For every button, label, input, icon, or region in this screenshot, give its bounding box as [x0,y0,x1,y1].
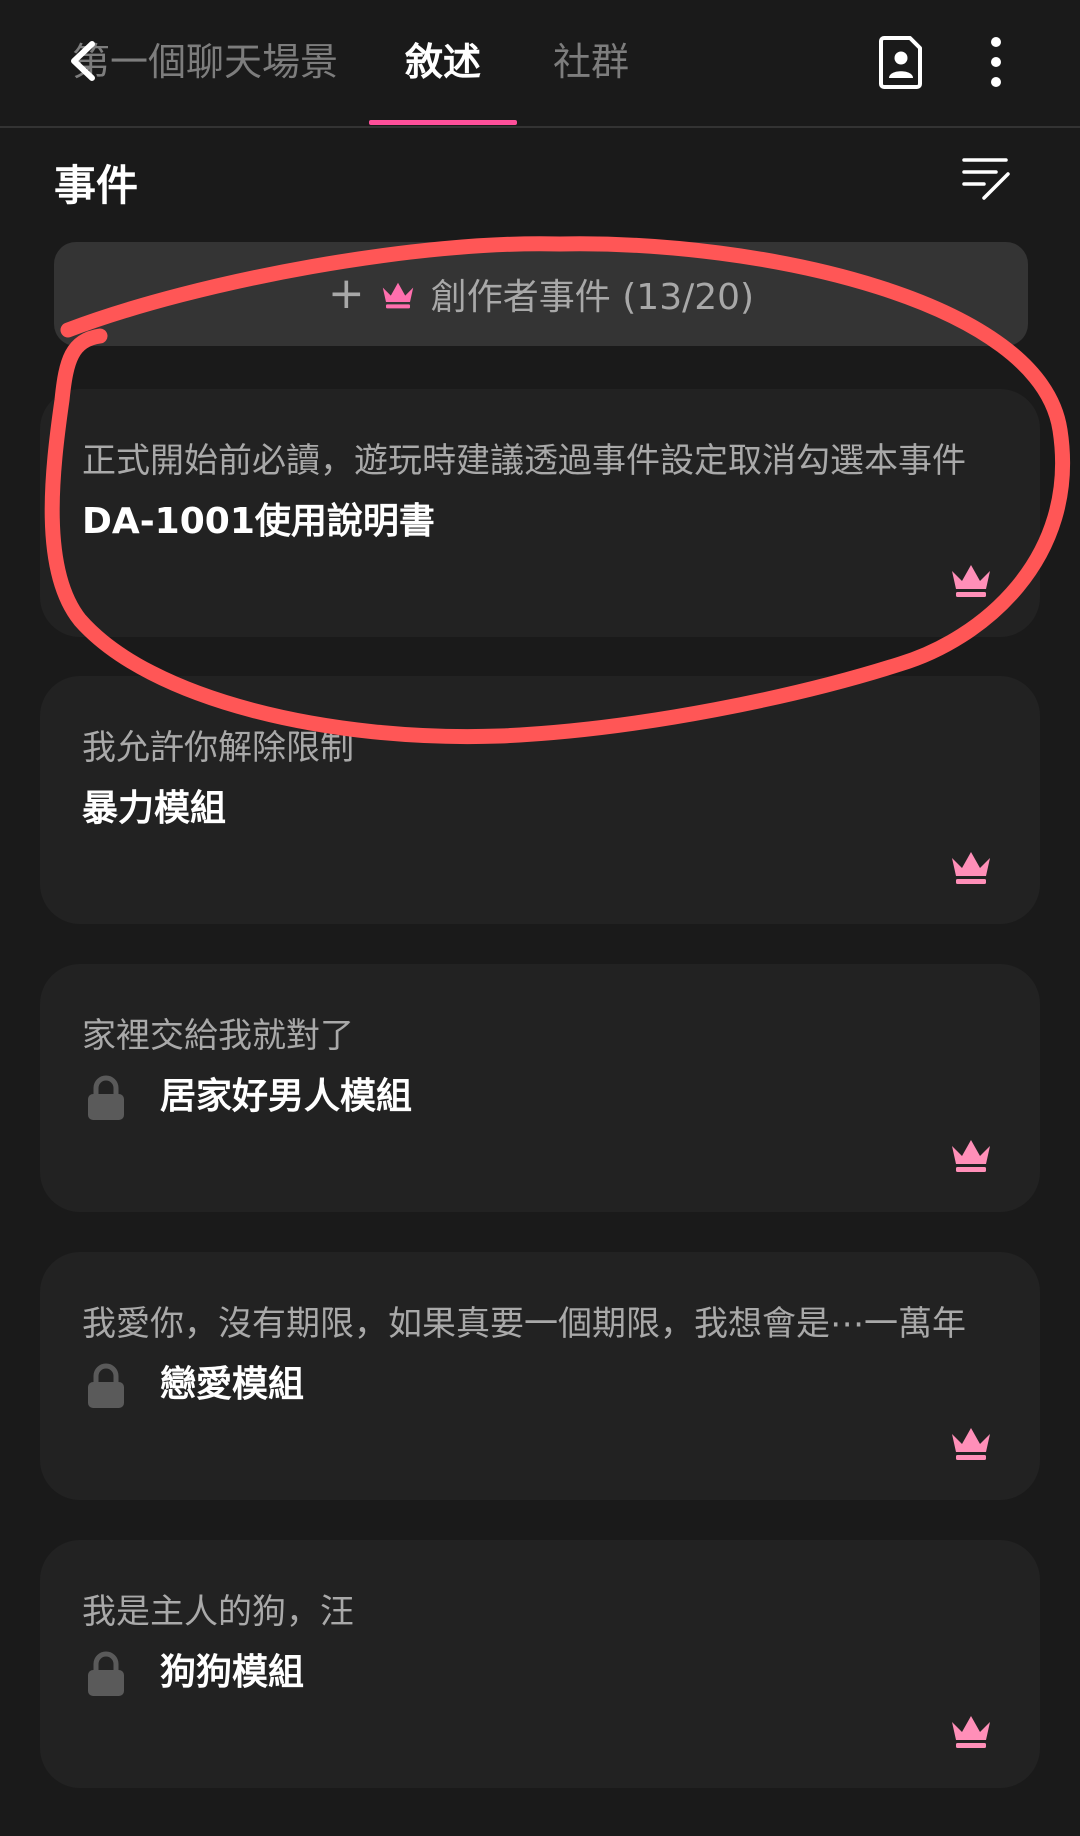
top-bar: 第一個聊天場景 敘述 社群 [0,0,1080,128]
event-card[interactable]: 我允許你解除限制 暴力模組 [40,676,1040,924]
event-title: 狗狗模組 [160,1652,305,1693]
event-title: DA-1001使用說明書 [82,501,435,542]
event-description: 正式開始前必讀，遊玩時建議透過事件設定取消勾選本事件 [82,441,966,481]
tab-narrative[interactable]: 敘述 [405,38,481,86]
crown-icon [952,1428,990,1460]
event-card[interactable]: 正式開始前必讀，遊玩時建議透過事件設定取消勾選本事件 DA-1001使用說明書 [40,389,1040,637]
event-card[interactable]: 家裡交給我就對了 居家好男人模組 [40,964,1040,1212]
tab-community[interactable]: 社群 [553,38,629,86]
crown-icon [952,852,990,884]
event-card[interactable]: 我愛你，沒有期限，如果真要一個期限，我想會是⋯一萬年 戀愛模組 [40,1252,1040,1500]
crown-icon [952,1716,990,1748]
lock-icon [88,1075,124,1120]
plus-icon: + [327,268,365,319]
crown-icon [952,565,990,597]
event-description: 家裡交給我就對了 [82,1016,354,1056]
contact-card-icon[interactable] [878,34,924,90]
lock-icon [88,1363,124,1408]
tab-chat-scene[interactable]: 第一個聊天場景 [72,38,338,86]
events-section-title: 事件 [54,161,139,210]
event-title: 戀愛模組 [160,1364,305,1405]
crown-icon [382,282,413,309]
add-creator-event-label: 創作者事件 (13/20) [430,277,755,318]
active-tab-indicator [369,120,517,125]
event-title: 暴力模組 [82,788,227,829]
back-arrow-icon[interactable] [62,36,106,86]
event-description: 我是主人的狗，汪 [82,1592,354,1632]
add-creator-event-button[interactable]: + 創作者事件 (13/20) [54,242,1028,346]
crown-icon [952,1140,990,1172]
lock-icon [88,1651,124,1696]
event-description: 我允許你解除限制 [82,728,354,768]
sort-edit-icon[interactable] [960,152,1012,204]
event-title: 居家好男人模組 [160,1076,413,1117]
more-vertical-icon[interactable] [976,34,1016,90]
event-description: 我愛你，沒有期限，如果真要一個期限，我想會是⋯一萬年 [82,1304,966,1344]
event-card[interactable]: 我是主人的狗，汪 狗狗模組 [40,1540,1040,1788]
